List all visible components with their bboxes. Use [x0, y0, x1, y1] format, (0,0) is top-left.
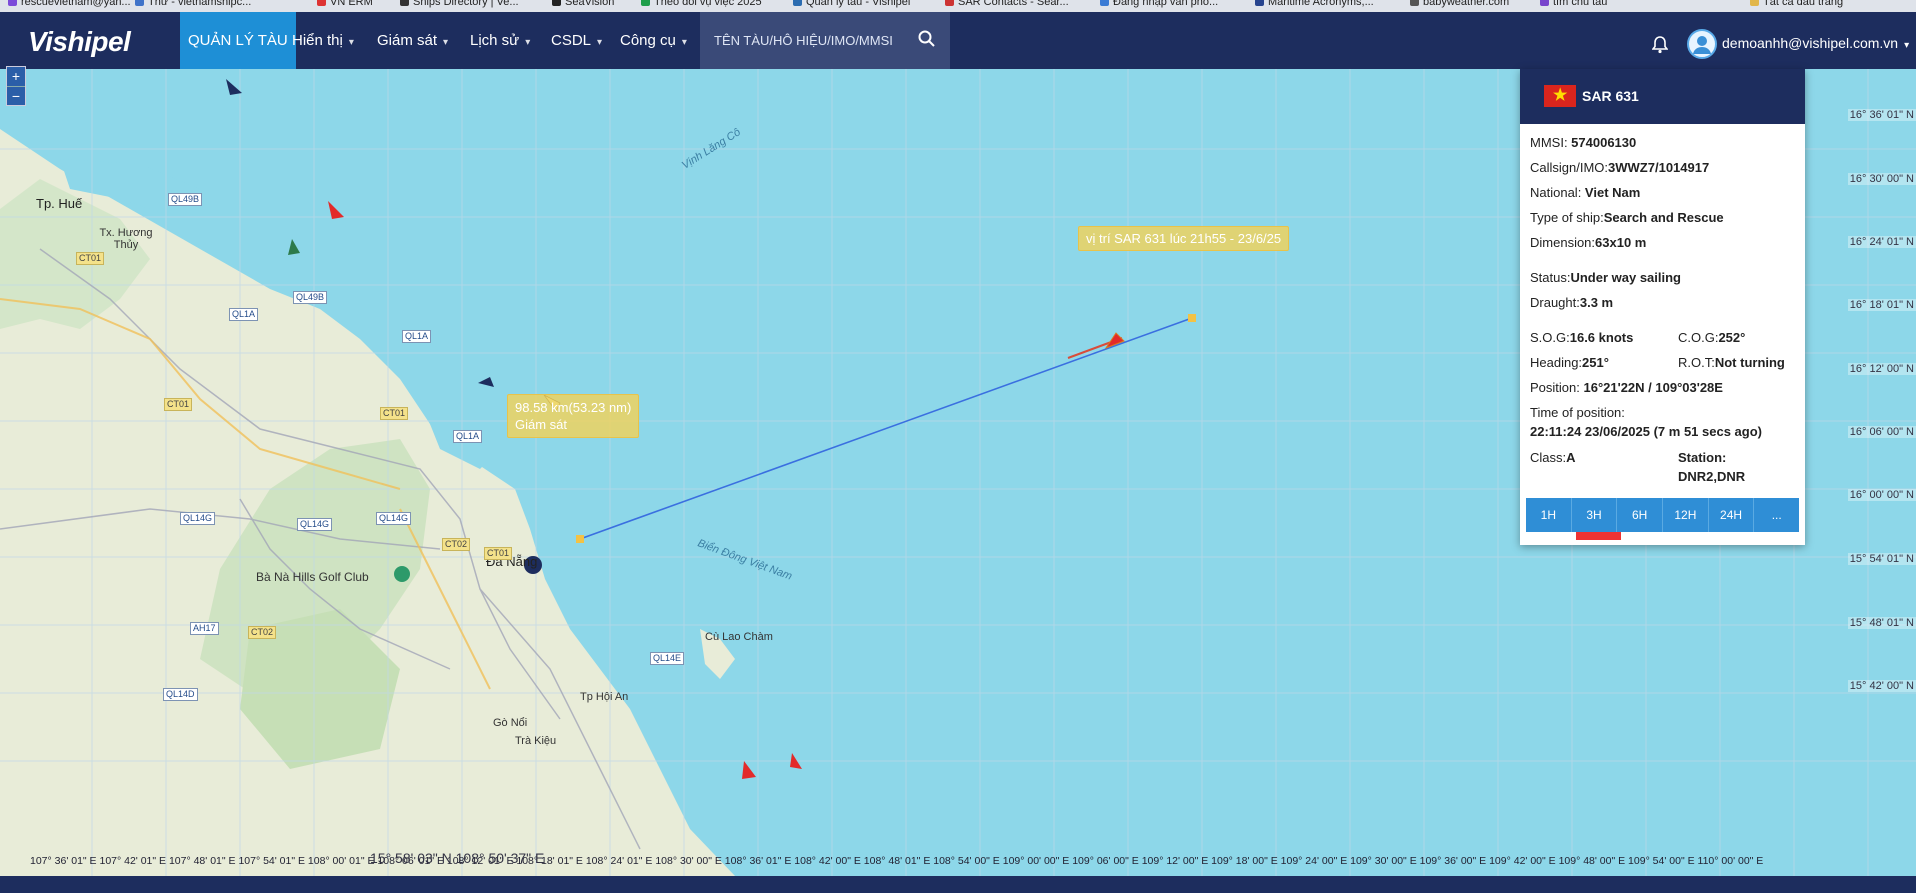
road-label: CT01	[380, 407, 409, 420]
search-input[interactable]: TÊN TÀU/HÔ HIỆU/IMO/MMSI	[700, 12, 950, 69]
bookmarks-bar: rescuevietnam@yah... Thư - vietnamshipc.…	[0, 0, 1916, 12]
chevron-down-icon: ▾	[1904, 40, 1910, 51]
road-label: CT02	[248, 626, 277, 639]
avatar[interactable]	[1687, 29, 1717, 59]
vishipel-logo[interactable]: Vishipel	[28, 26, 131, 58]
vietnam-flag-icon	[1544, 81, 1576, 111]
lat-label: 16° 18' 01" N	[1847, 299, 1916, 311]
zoom-out-button[interactable]: −	[7, 86, 25, 105]
road-label: QL14G	[297, 518, 333, 531]
road-label: QL49B	[168, 193, 203, 206]
lat-label: 16° 36' 01" N	[1847, 109, 1916, 121]
history-tabs: 1H 3H 6H 12H 24H ...	[1526, 498, 1799, 532]
bookmark-7[interactable]: Quản lý tàu - Vishipel	[793, 0, 910, 8]
chevron-down-icon: ▾	[443, 37, 449, 48]
lat-label: 15° 54' 01" N	[1847, 553, 1916, 565]
ship-info-header: SAR 631	[1520, 69, 1805, 124]
lat-label: 15° 42' 00" N	[1847, 680, 1916, 692]
bookmark-1[interactable]: rescuevietnam@yah...	[8, 0, 131, 8]
bookmark-8[interactable]: SAR Contacts - Sear...	[945, 0, 1069, 8]
lat-label: 16° 12' 00" N	[1847, 363, 1916, 375]
road-label: QL1A	[229, 308, 259, 321]
tab-indicator	[1576, 532, 1621, 540]
place-label: Tp Hội An	[580, 691, 629, 703]
place-label: Cù Lao Chàm	[705, 631, 773, 643]
tab-12h[interactable]: 12H	[1663, 498, 1709, 532]
bookmark-2[interactable]: Thư - vietnamshipc...	[135, 0, 251, 8]
bookmark-3[interactable]: VN ERM	[317, 0, 373, 8]
bookmark-9[interactable]: Đăng nhập vân phò...	[1100, 0, 1218, 8]
ship-info-panel: SAR 631 MMSI: 574006130 Callsign/IMO:3WW…	[1520, 69, 1805, 545]
road-label: CT02	[442, 538, 471, 551]
cursor-coordinates: 15° 58' 03" N 108° 50' 37" E	[370, 850, 545, 866]
tab-more[interactable]: ...	[1754, 498, 1799, 532]
status-bar	[0, 876, 1916, 893]
road-label: QL14D	[163, 688, 198, 701]
ship-info-body: MMSI: 574006130 Callsign/IMO:3WWZ7/10149…	[1530, 135, 1785, 484]
road-label: QL1A	[453, 430, 483, 443]
road-label: CT01	[484, 547, 513, 560]
nav-quan-ly-tau[interactable]: QUẢN LÝ TÀU	[180, 12, 296, 69]
chevron-down-icon: ▾	[681, 37, 687, 48]
road-label: QL14G	[180, 512, 216, 525]
app: rescuevietnam@yah... Thư - vietnamshipc.…	[0, 0, 1916, 893]
bookmark-6[interactable]: Theo dõi vụ việc 2025	[641, 0, 762, 8]
tab-3h[interactable]: 3H	[1572, 498, 1618, 532]
place-label: Gò Nổi	[493, 717, 528, 729]
chevron-down-icon: ▾	[348, 37, 354, 48]
place-label: Trà Kiệu	[515, 735, 557, 747]
bookmark-12[interactable]: tìm chủ tàu	[1540, 0, 1607, 8]
nav-giam-sat[interactable]: Giám sát ▾	[369, 12, 456, 69]
bookmark-4[interactable]: Ships Directory | Ve...	[400, 0, 519, 8]
tab-24h[interactable]: 24H	[1709, 498, 1755, 532]
track-end-marker	[1188, 314, 1196, 322]
bookmark-11[interactable]: babyweather.com	[1410, 0, 1509, 8]
search-icon[interactable]	[918, 30, 936, 48]
lat-label: 16° 00' 00" N	[1847, 489, 1916, 501]
lat-label: 16° 06' 00" N	[1847, 426, 1916, 438]
bookmark-13[interactable]: Tất cả dấu trang	[1750, 0, 1843, 8]
zoom-control: + −	[6, 66, 26, 106]
bookmark-10[interactable]: Maritime Acronyms,...	[1255, 0, 1374, 8]
track-start-marker	[576, 535, 584, 543]
nav-cong-cu[interactable]: Công cụ ▾	[612, 12, 695, 69]
lat-label: 16° 30' 00" N	[1847, 173, 1916, 185]
nav-hien-thi[interactable]: Hiển thị ▾	[284, 12, 362, 69]
lat-label: 16° 24' 01" N	[1847, 236, 1916, 248]
chevron-down-icon: ▾	[597, 37, 603, 48]
road-label: QL14E	[650, 652, 685, 665]
nav-lich-su[interactable]: Lịch sử ▾	[462, 12, 538, 69]
nav-csdl[interactable]: CSDL ▾	[543, 12, 610, 69]
road-label: CT01	[164, 398, 193, 411]
road-label: QL49B	[293, 291, 328, 304]
chevron-down-icon: ▾	[525, 37, 531, 48]
tab-6h[interactable]: 6H	[1617, 498, 1664, 532]
place-label: Bà Nà Hills Golf Club	[256, 570, 369, 584]
golf-icon	[394, 566, 410, 582]
road-label: CT01	[76, 252, 105, 265]
bookmark-5[interactable]: SeaVision	[552, 0, 614, 8]
user-menu[interactable]: demoanhh@vishipel.com.vn ▾	[1722, 28, 1909, 61]
user-icon	[1693, 36, 1711, 54]
track-label: vị trí SAR 631 lúc 21h55 - 23/6/25	[1078, 226, 1290, 251]
place-label: Tp. Huế	[36, 196, 83, 211]
lon-labels: 107° 36' 01" E 107° 42' 01" E 107° 48' 0…	[30, 855, 1764, 867]
place-label: Tx. Hương Thủy	[99, 227, 153, 251]
road-label: AH17	[190, 622, 219, 635]
bell-icon[interactable]	[1652, 36, 1668, 54]
tab-1h[interactable]: 1H	[1526, 498, 1572, 532]
road-label: QL14G	[376, 512, 412, 525]
road-label: QL1A	[402, 330, 432, 343]
top-navbar: Vishipel QUẢN LÝ TÀU Hiển thị ▾ Giám sát ▾…	[0, 12, 1916, 69]
distance-tooltip: 98.58 km(53.23 nm) Giám sát	[507, 394, 640, 438]
zoom-in-button[interactable]: +	[7, 67, 25, 86]
lat-label: 15° 48' 01" N	[1847, 617, 1916, 629]
